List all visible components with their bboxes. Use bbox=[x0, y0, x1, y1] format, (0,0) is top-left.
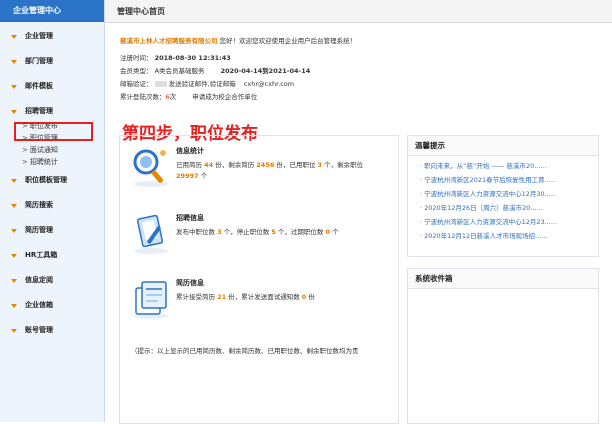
member-type: A类会员基础服务 bbox=[154, 67, 205, 75]
account-info: 慈溪市上林人才招聘服务有限公司 您好！欢迎您欢迎使用企业用户后台管理系统！ 注册… bbox=[120, 35, 500, 104]
stats-tip: （提示：以上显示的已用简历数、剩余简历数、已用职位数、剩余职位数均为贵 bbox=[131, 347, 359, 355]
inbox-title: 系统收件箱 bbox=[408, 269, 598, 289]
welcome-row: 慈溪市上林人才招聘服务有限公司 您好！欢迎您欢迎使用企业用户后台管理系统！ bbox=[120, 35, 500, 48]
triangle-down-icon bbox=[11, 60, 17, 64]
mail-label: 邮箱验证： bbox=[120, 80, 153, 88]
inbox-panel: 系统收件箱 bbox=[407, 268, 599, 424]
sidebar-group-company[interactable]: 企业管理 bbox=[0, 30, 104, 43]
triangle-down-icon bbox=[11, 254, 17, 258]
interview-notice-count: 0 bbox=[301, 293, 307, 301]
received-resume-count: 21 bbox=[217, 293, 227, 301]
triangle-down-icon bbox=[11, 35, 17, 39]
login-unit: 次 bbox=[169, 93, 177, 101]
sidebar-group-mail-template[interactable]: 邮件模板 bbox=[0, 80, 104, 93]
stat-info-title: 信息统计 bbox=[176, 147, 204, 155]
sidebar-group-job-template[interactable]: 职位模板管理 bbox=[0, 174, 104, 187]
mail-address: cxhr@cxhr.com bbox=[243, 80, 295, 88]
statistics-icon bbox=[133, 149, 168, 187]
stat-jobs-title: 招聘信息 bbox=[176, 214, 204, 222]
remain-job-count: 29997 bbox=[176, 172, 199, 180]
used-job-count: 3 bbox=[317, 161, 323, 169]
member-period: 2020-04-14到2021-04-14 bbox=[220, 67, 311, 75]
triangle-down-icon bbox=[11, 179, 17, 183]
notice-item[interactable]: · 职向未来，从“慈”开始 —— 慈溪市20...... bbox=[408, 159, 598, 173]
notice-item[interactable]: · 宁波杭州湾新区人力资源交流中心12月23...... bbox=[408, 215, 598, 229]
sidebar-item-recruit-stats[interactable]: > 招聘统计 bbox=[22, 156, 104, 168]
sidebar-item-interview[interactable]: > 面试通知 bbox=[22, 144, 104, 156]
reg-row: 注册时间： 2018-08-30 12:31:43 bbox=[120, 52, 500, 65]
sidebar-title: 企业管理中心 bbox=[0, 0, 104, 22]
send-verify-mail-link[interactable]: 发送验证邮件,验证邮箱 bbox=[169, 80, 236, 88]
notice-panel: 温馨提示 · 职向未来，从“慈”开始 —— 慈溪市20...... · 宁波杭州湾新… bbox=[407, 135, 599, 257]
notice-item[interactable]: · 宁波杭州湾新区2021春节后恢复性用工育...... bbox=[408, 173, 598, 187]
sidebar: 企业管理中心 企业管理 部门管理 邮件模板 招聘管理 > 职位发布 > 职位管理 >… bbox=[0, 0, 105, 422]
envelope-icon bbox=[154, 81, 167, 87]
sidebar-group-resume-manage[interactable]: 简历管理 bbox=[0, 224, 104, 237]
reg-time: 2018-08-30 12:31:43 bbox=[154, 54, 231, 62]
sidebar-group-subscribe[interactable]: 信息定阅 bbox=[0, 274, 104, 287]
stopped-job-count: 5 bbox=[271, 228, 276, 236]
triangle-down-icon bbox=[11, 329, 17, 333]
triangle-down-icon bbox=[11, 304, 17, 308]
company-name: 慈溪市上林人才招聘服务有限公司 bbox=[120, 37, 218, 45]
stat-jobs-line: 发布中职位数 3 个，停止职位数 5 个，过期职位数 0 个 bbox=[176, 228, 339, 236]
page-title: 管理中心首页 bbox=[117, 7, 165, 16]
triangle-down-icon bbox=[11, 110, 17, 114]
remain-resume-count: 2456 bbox=[256, 161, 275, 169]
sidebar-group-dept[interactable]: 部门管理 bbox=[0, 55, 104, 68]
sidebar-group-recruit[interactable]: 招聘管理 bbox=[0, 105, 104, 118]
stat-info-line2: 29997 个 bbox=[176, 172, 208, 180]
notice-title: 温馨提示 bbox=[408, 136, 598, 156]
stat-resume-title: 简历信息 bbox=[176, 279, 204, 287]
chevron-right-icon: > bbox=[22, 146, 28, 154]
stat-info-line: 已用简历 44 份，剩余简历 2456 份，已用职位 3 个，剩余职位 bbox=[176, 161, 364, 169]
triangle-down-icon bbox=[11, 204, 17, 208]
notice-item[interactable]: · 2020年12月12日慈溪人才市场现场招...... bbox=[408, 229, 598, 243]
login-label: 累计登陆次数： bbox=[120, 93, 166, 101]
chevron-right-icon: > bbox=[22, 158, 28, 166]
used-resume-count: 44 bbox=[204, 161, 214, 169]
expired-job-count: 0 bbox=[325, 228, 330, 236]
resume-info-icon bbox=[134, 281, 168, 319]
stats-panel: 信息统计 已用简历 44 份，剩余简历 2456 份，已用职位 3 个，剩余职位… bbox=[119, 135, 399, 424]
job-info-icon bbox=[134, 214, 168, 254]
notice-item[interactable]: · 2020年12月26日（周六）慈溪市20...... bbox=[408, 201, 598, 215]
member-label: 会员类型： bbox=[120, 67, 153, 75]
sidebar-group-hr-tools[interactable]: HR工具箱 bbox=[0, 249, 104, 262]
highlight-box-job-post bbox=[14, 122, 93, 141]
stat-resume-line: 累计接受简历 21 份，累计发送面试通知数 0 份 bbox=[176, 293, 315, 301]
main-header: 管理中心首页 bbox=[105, 0, 612, 23]
triangle-down-icon bbox=[11, 279, 17, 283]
apply-school-link[interactable]: 申请成为校企合作单位 bbox=[192, 93, 257, 101]
sidebar-group-account[interactable]: 账号管理 bbox=[0, 324, 104, 337]
mail-row: 邮箱验证： 发送验证邮件,验证邮箱 cxhr@cxhr.com bbox=[120, 78, 500, 91]
sidebar-group-mailbox[interactable]: 企业信箱 bbox=[0, 299, 104, 312]
sidebar-group-resume-search[interactable]: 简历搜索 bbox=[0, 199, 104, 212]
active-job-count: 3 bbox=[217, 228, 222, 236]
triangle-down-icon bbox=[11, 85, 17, 89]
login-row: 累计登陆次数：6次 申请成为校企合作单位 bbox=[120, 91, 500, 104]
reg-label: 注册时间： bbox=[120, 54, 153, 62]
triangle-down-icon bbox=[11, 229, 17, 233]
notice-item[interactable]: · 宁波杭州湾新区人力资源交流中心12月30...... bbox=[408, 187, 598, 201]
welcome-text: 您好！欢迎您欢迎使用企业用户后台管理系统！ bbox=[219, 37, 357, 45]
member-row: 会员类型： A类会员基础服务 2020-04-14到2021-04-14 bbox=[120, 65, 500, 78]
